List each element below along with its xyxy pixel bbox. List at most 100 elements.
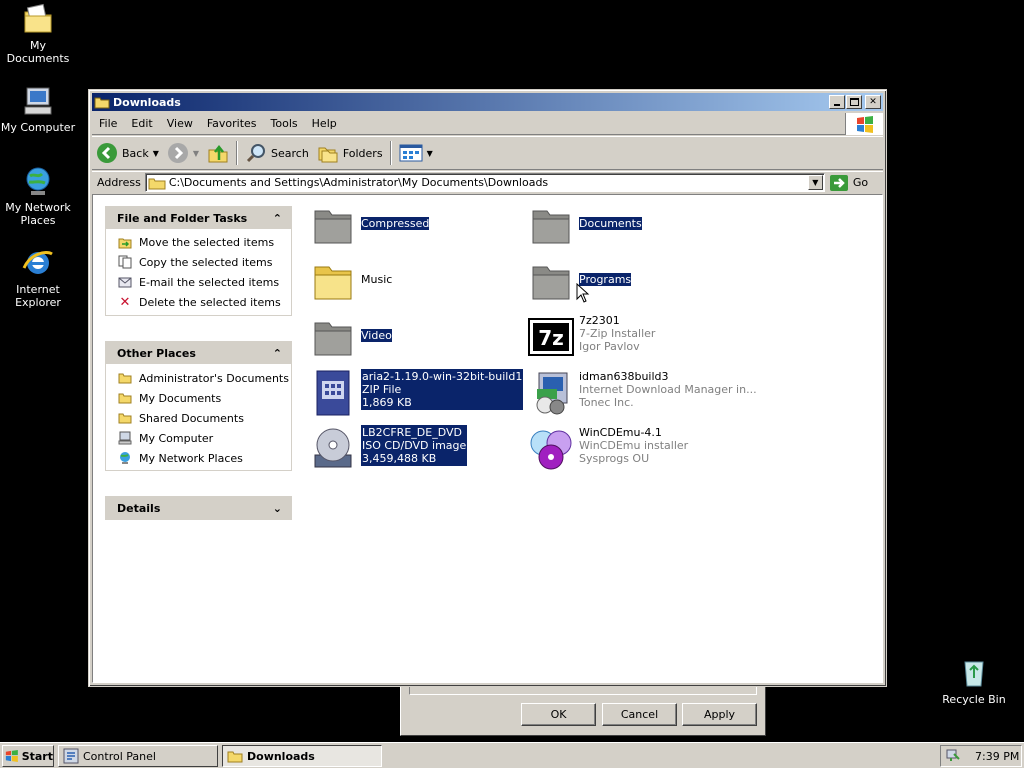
back-button[interactable]: Back ▼ [92, 139, 163, 167]
desktop-icon-my-network-places[interactable]: My Network Places [0, 164, 78, 227]
go-button[interactable]: Go [829, 174, 868, 192]
menu-favorites[interactable]: Favorites [200, 117, 264, 130]
file-item-video[interactable]: Video [309, 313, 539, 361]
folders-button[interactable]: Folders [313, 139, 387, 167]
up-button[interactable] [203, 139, 233, 167]
panel-title: File and Folder Tasks [117, 211, 248, 225]
file-item-7z2301[interactable]: 7z 7z2301 7-Zip Installer Igor Pavlov [527, 313, 757, 361]
place-my-network-places[interactable]: My Network Places [106, 448, 291, 468]
dropdown-arrow-icon[interactable]: ▼ [153, 149, 159, 158]
close-button[interactable]: ✕ [865, 95, 881, 109]
apply-button[interactable]: Apply [682, 703, 757, 726]
maximize-button[interactable] [846, 95, 862, 109]
place-my-documents[interactable]: My Documents [106, 388, 291, 408]
panel-header[interactable]: Other Places ⌃ [106, 342, 291, 364]
place-label: My Documents [139, 391, 222, 405]
folder-icon [532, 210, 570, 244]
control-panel-icon [63, 748, 79, 764]
my-computer-icon [24, 87, 52, 115]
desktop-icon-my-computer[interactable]: My Computer [0, 84, 78, 134]
minimize-button[interactable] [829, 95, 845, 109]
address-dropdown-button[interactable]: ▼ [807, 175, 823, 190]
windows-logo [845, 113, 883, 135]
chevron-up-icon[interactable]: ⌃ [273, 347, 282, 360]
address-field[interactable]: C:\Documents and Settings\Administrator\… [144, 173, 825, 192]
task-email[interactable]: E-mail the selected items [106, 272, 291, 292]
start-button[interactable]: Start [2, 745, 54, 767]
clock[interactable]: 7:39 PM [975, 750, 1019, 763]
desktop-icon-label: Recycle Bin [942, 693, 1006, 706]
desktop-icon-internet-explorer[interactable]: Internet Explorer [0, 246, 78, 309]
chevron-down-icon[interactable]: ⌄ [273, 502, 282, 515]
disc-image-icon [314, 428, 352, 468]
delete-icon: ✕ [119, 294, 131, 310]
folder-icon [314, 266, 352, 300]
task-copy[interactable]: Copy the selected items [106, 252, 291, 272]
file-item-documents[interactable]: Documents [527, 201, 757, 249]
windows-flag-icon [856, 116, 873, 133]
minimize-icon [834, 104, 840, 106]
menu-edit[interactable]: Edit [124, 117, 159, 130]
toolbar-separator [389, 141, 392, 165]
computer-icon [117, 430, 133, 446]
mouse-cursor-icon [576, 283, 590, 303]
network-icon [117, 450, 133, 466]
taskbar-item-label: Control Panel [83, 749, 156, 763]
menu-file[interactable]: File [92, 117, 124, 130]
task-delete[interactable]: ✕ Delete the selected items [106, 292, 291, 312]
file-folder-tasks-panel: File and Folder Tasks ⌃ Move the selected… [105, 206, 292, 316]
dropdown-arrow-icon[interactable]: ▼ [427, 149, 433, 158]
task-move[interactable]: Move the selected items [106, 232, 291, 252]
panel-header[interactable]: File and Folder Tasks ⌃ [106, 207, 291, 229]
desktop-icon-recycle-bin[interactable]: Recycle Bin [934, 656, 1014, 706]
folders-icon [318, 147, 338, 163]
taskbar-item-label: Downloads [247, 749, 315, 763]
folder-icon [314, 210, 352, 244]
file-item-compressed[interactable]: Compressed [309, 201, 539, 249]
folder-icon [117, 390, 133, 406]
explorer-window: Downloads ✕ File Edit View Favorites Too… [88, 89, 887, 687]
place-administrators-documents[interactable]: Administrator's Documents [106, 368, 291, 388]
views-button[interactable]: ▼ [395, 139, 437, 167]
taskbar-item-control-panel[interactable]: Control Panel [58, 745, 218, 767]
title-bar[interactable]: Downloads ✕ [92, 93, 883, 111]
taskbar-item-downloads[interactable]: Downloads [222, 745, 382, 767]
standard-toolbar: Back ▼ ▼ Search Folders ▼ [92, 136, 883, 170]
place-label: My Computer [139, 431, 214, 445]
ok-button[interactable]: OK [521, 703, 596, 726]
search-icon [246, 144, 266, 163]
file-item-idman[interactable]: idman638build3 Internet Download Manager … [527, 369, 757, 417]
search-button[interactable]: Search [241, 139, 313, 167]
network-tray-icon[interactable] [945, 748, 961, 764]
place-shared-documents[interactable]: Shared Documents [106, 408, 291, 428]
file-name: Documents [579, 217, 642, 230]
folder-icon [314, 322, 352, 356]
forward-button[interactable]: ▼ [163, 139, 203, 167]
menu-view[interactable]: View [160, 117, 200, 130]
address-value: C:\Documents and Settings\Administrator\… [168, 176, 549, 189]
menu-tools[interactable]: Tools [264, 117, 305, 130]
dropdown-arrow-icon[interactable]: ▼ [193, 149, 199, 158]
place-my-computer[interactable]: My Computer [106, 428, 291, 448]
desktop-icon-label: My Computer [0, 121, 76, 134]
window-controls: ✕ [828, 95, 881, 109]
folder-icon [148, 178, 166, 189]
file-item-aria2[interactable]: aria2-1.19.0-win-32bit-build1 ZIP File 1,8… [309, 369, 559, 417]
chevron-up-icon[interactable]: ⌃ [273, 212, 282, 225]
file-item-music[interactable]: Music [309, 257, 539, 305]
file-item-lb2cfre[interactable]: LB2CFRE_DE_DVD ISO CD/DVD image 3,459,488 … [309, 425, 539, 473]
address-bar: Address C:\Documents and Settings\Admini… [92, 171, 883, 193]
file-size: 1,869 KB [362, 396, 412, 409]
menu-help[interactable]: Help [305, 117, 344, 130]
file-item-programs[interactable]: Programs [527, 257, 757, 305]
desktop-icon-label: My Network Places [5, 201, 71, 227]
selected-label-block: LB2CFRE_DE_DVD ISO CD/DVD image 3,459,488 … [361, 425, 468, 466]
panel-header[interactable]: Details ⌄ [106, 497, 291, 519]
file-item-wincdemu[interactable]: WinCDEmu-4.1 WinCDEmu installer Sysprogs O… [527, 425, 757, 473]
file-size: 3,459,488 KB [362, 452, 437, 465]
file-name: aria2-1.19.0-win-32bit-build1 [362, 370, 523, 383]
cancel-button[interactable]: Cancel [602, 703, 677, 726]
desktop-icon-my-documents[interactable]: My Documents [0, 2, 78, 65]
back-label: Back [122, 146, 149, 160]
folder-icon [94, 97, 110, 109]
